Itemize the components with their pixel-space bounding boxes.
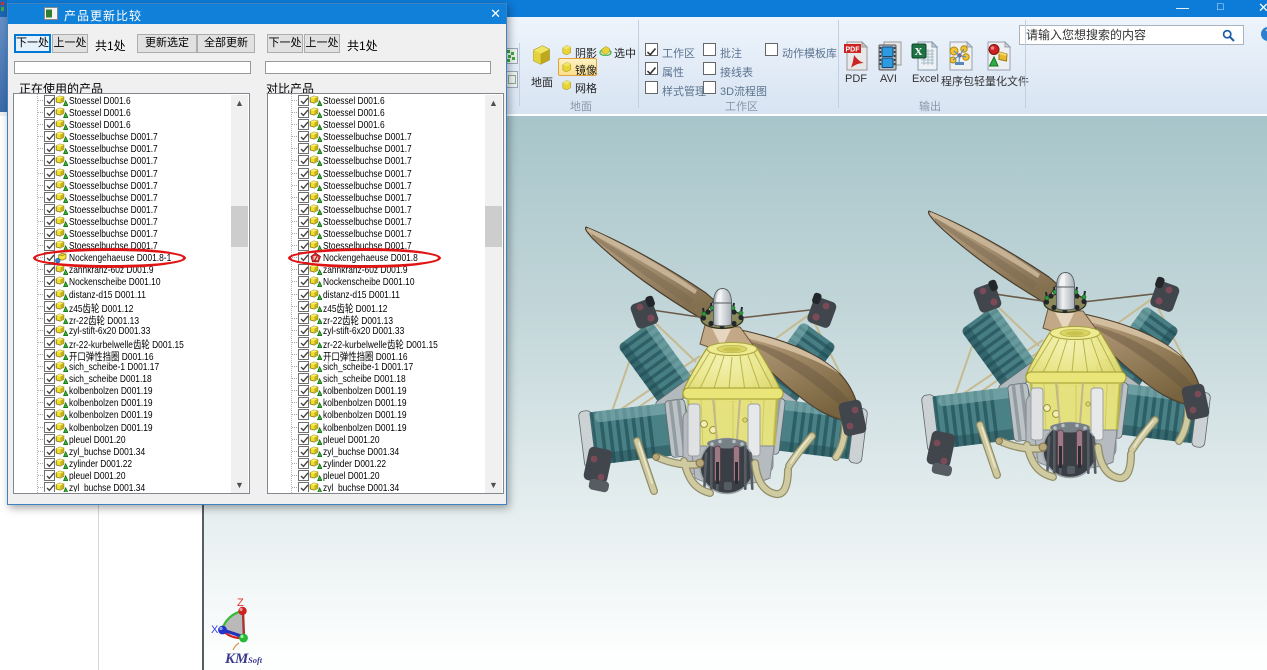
svg-text:PDF: PDF xyxy=(846,47,861,54)
svg-text:X: X xyxy=(915,46,923,58)
